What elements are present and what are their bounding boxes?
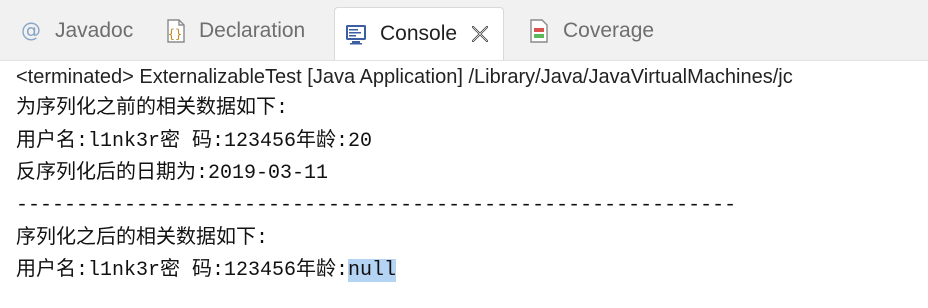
- tab-console[interactable]: Console: [334, 7, 505, 60]
- svg-text:@: @: [21, 19, 41, 42]
- tab-javadoc[interactable]: @ Javadoc: [18, 8, 133, 54]
- coverage-icon: [526, 18, 552, 44]
- close-icon[interactable]: [469, 23, 491, 45]
- console-line: 用户名:l1nk3r密 码:123456年龄:20: [16, 130, 373, 153]
- view-tab-bar: @ Javadoc {} Declaration Console Coverag…: [0, 0, 928, 61]
- tab-label: Console: [380, 22, 458, 45]
- declaration-icon: {}: [162, 18, 188, 44]
- console-separator-line: ----------------------------------------…: [16, 194, 737, 217]
- console-icon: [343, 21, 369, 47]
- console-line: 序列化之后的相关数据如下:: [16, 227, 269, 250]
- console-line: 用户名:l1nk3r密 码:123456年龄:null: [16, 256, 397, 286]
- console-line-text: 用户名:l1nk3r密 码:123456年龄:: [16, 259, 349, 282]
- tab-label: Declaration: [199, 19, 306, 42]
- tab-declaration[interactable]: {} Declaration: [162, 8, 305, 54]
- process-status-label: <terminated> ExternalizableTest [Java Ap…: [16, 66, 793, 88]
- tab-label: Javadoc: [55, 19, 134, 42]
- console-line: 为序列化之前的相关数据如下:: [16, 97, 289, 120]
- console-line: 反序列化后的日期为:2019-03-11: [16, 162, 329, 185]
- at-icon: @: [18, 18, 44, 44]
- svg-text:{}: {}: [168, 27, 182, 41]
- console-output[interactable]: 为序列化之前的相关数据如下: 用户名:l1nk3r密 码:123456年龄:20…: [0, 94, 928, 308]
- console-view: @ Javadoc {} Declaration Console Coverag…: [0, 0, 928, 308]
- selected-text[interactable]: null: [348, 259, 397, 282]
- tab-coverage[interactable]: Coverage: [526, 8, 654, 54]
- tab-label: Coverage: [563, 19, 655, 42]
